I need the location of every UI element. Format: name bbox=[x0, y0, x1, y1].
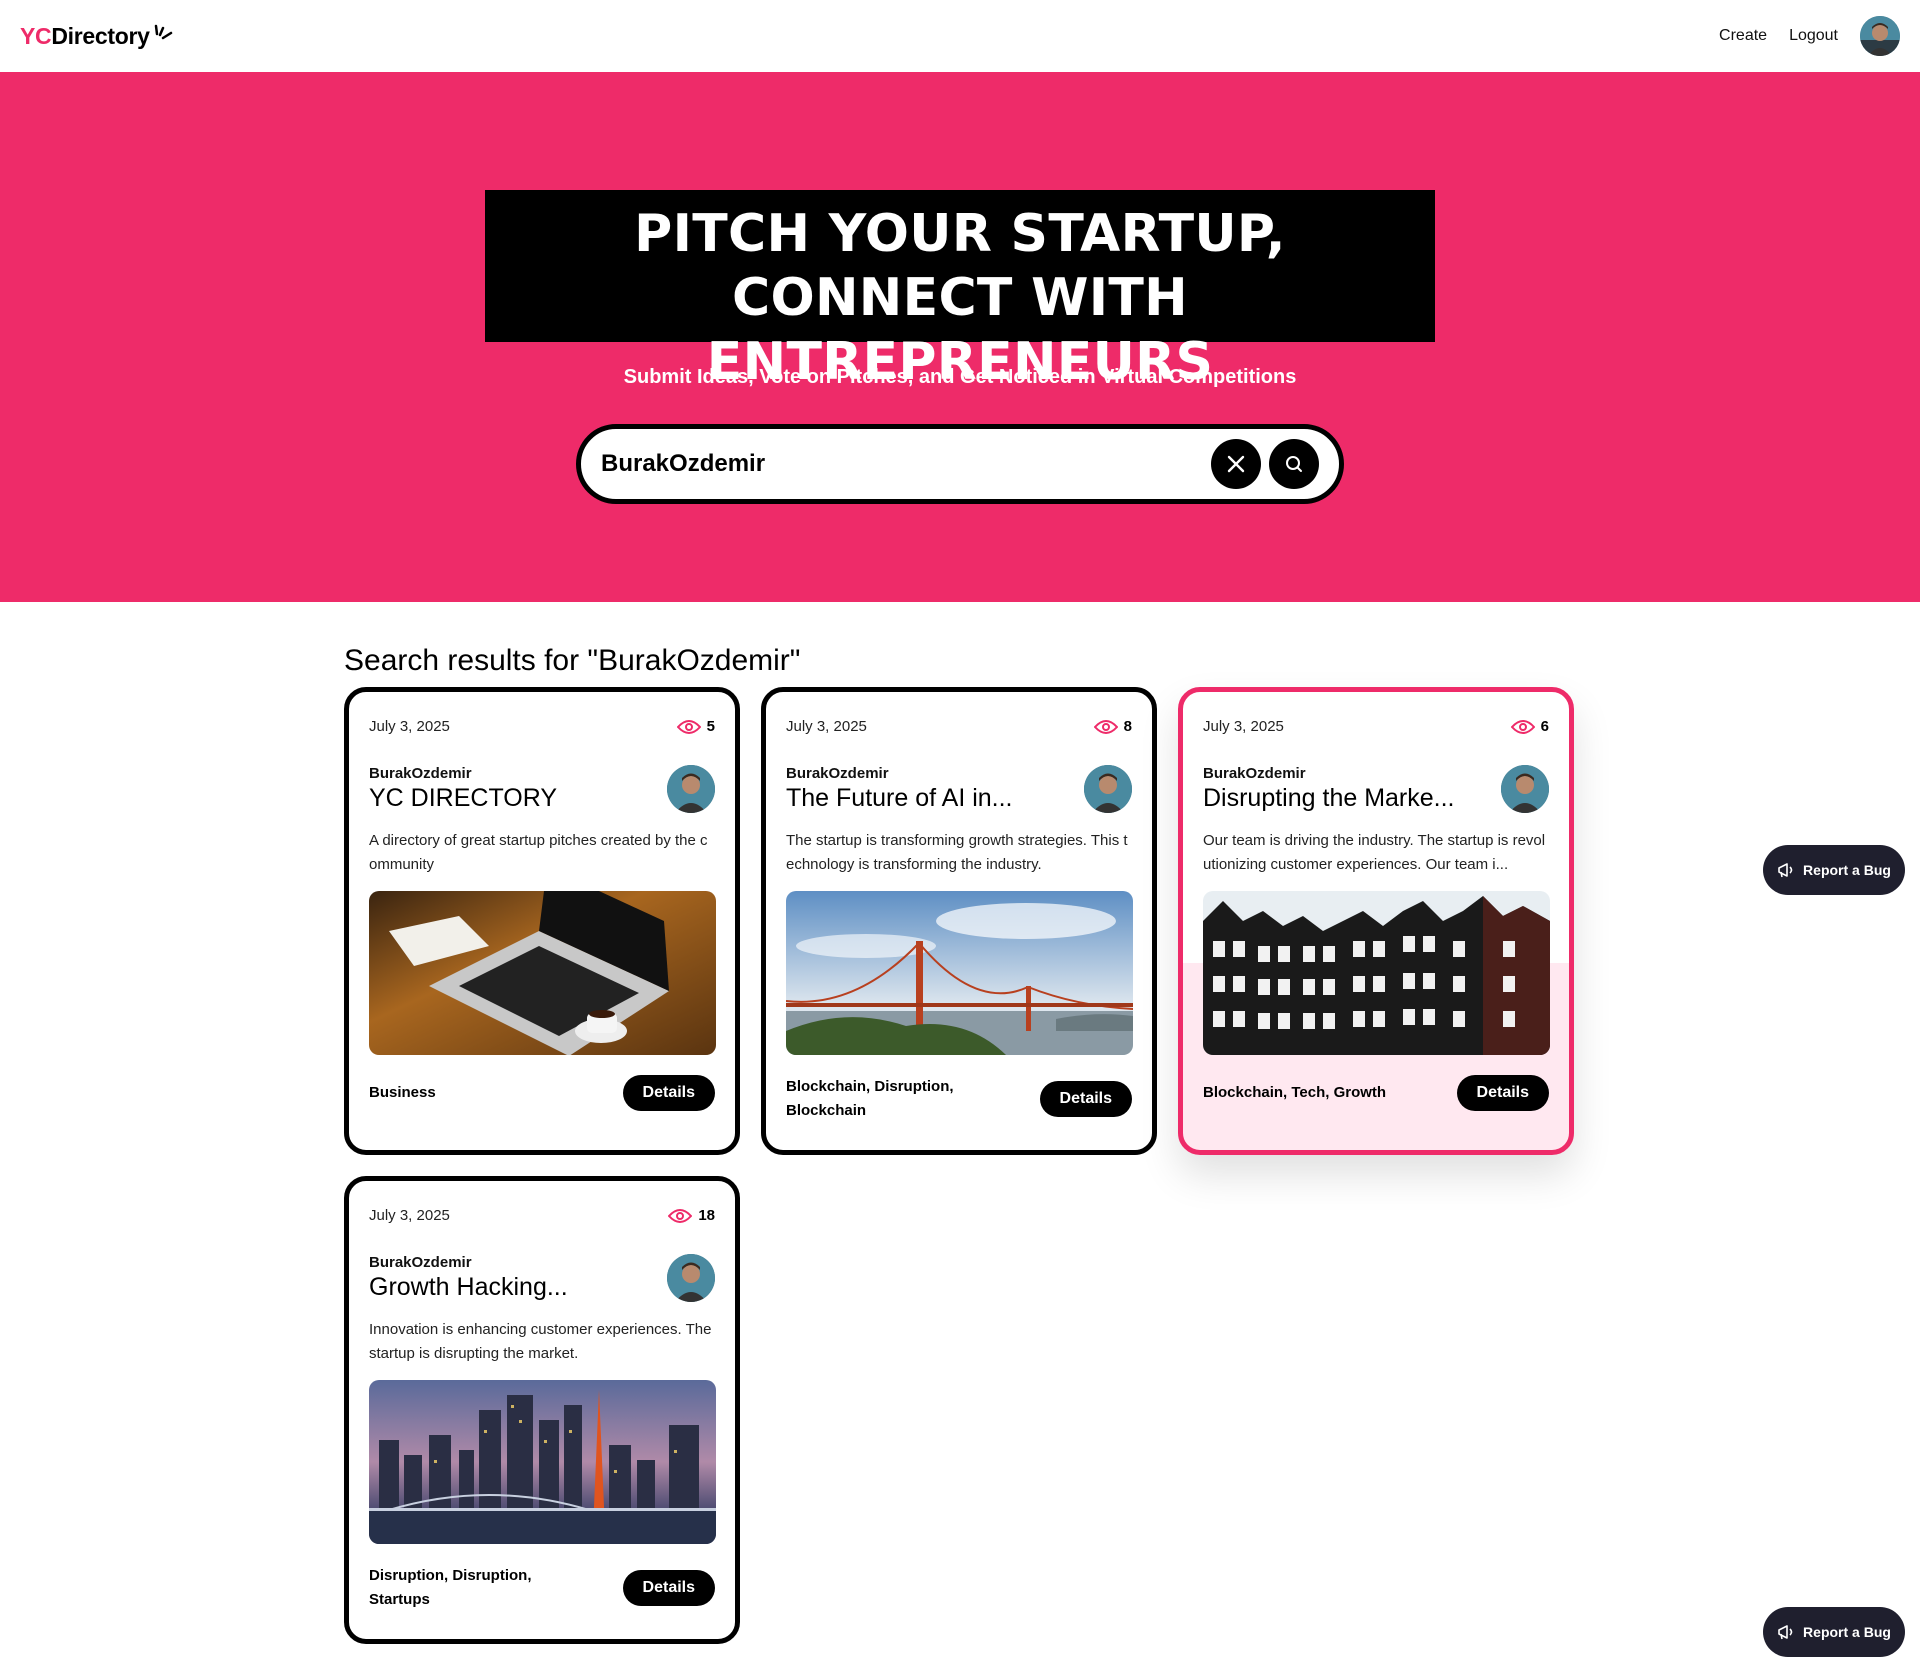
nav-actions: Create Logout bbox=[1719, 16, 1900, 56]
logo[interactable]: YC Directory bbox=[20, 23, 174, 50]
details-button[interactable]: Details bbox=[1039, 1081, 1132, 1117]
card-date: July 3, 2025 bbox=[786, 718, 867, 735]
views-count: 8 bbox=[1123, 718, 1132, 735]
eye-icon bbox=[1510, 719, 1535, 734]
search-input[interactable] bbox=[601, 450, 1203, 478]
user-avatar[interactable] bbox=[1860, 16, 1900, 56]
author-avatar-image bbox=[1084, 765, 1132, 813]
card-title[interactable]: The Future of AI in... bbox=[786, 784, 1013, 813]
hero-subtitle: Submit Ideas, Vote on Pitches, and Get N… bbox=[623, 366, 1297, 388]
eye-icon bbox=[1093, 719, 1118, 734]
report-bug-label: Report a Bug bbox=[1803, 862, 1891, 878]
hero-title: PITCH YOUR STARTUP, CONNECT WITH ENTREPR… bbox=[485, 190, 1435, 392]
card-author[interactable]: BurakOzdemir bbox=[369, 1254, 568, 1271]
search-icon bbox=[1286, 456, 1302, 472]
clear-search-button[interactable] bbox=[1211, 439, 1261, 489]
card-image-bridge[interactable] bbox=[786, 891, 1133, 1055]
author-avatar[interactable] bbox=[1084, 765, 1132, 813]
top-navbar: YC Directory Create Logout bbox=[0, 0, 1920, 72]
card-author[interactable]: BurakOzdemir bbox=[369, 765, 557, 782]
report-bug-button[interactable]: Report a Bug bbox=[1763, 845, 1905, 895]
card-date: July 3, 2025 bbox=[369, 718, 450, 735]
details-button[interactable]: Details bbox=[622, 1075, 715, 1111]
views-count: 5 bbox=[706, 718, 715, 735]
laptop-image bbox=[369, 891, 716, 1055]
card-category[interactable]: Disruption, Disruption, Startups bbox=[369, 1564, 589, 1612]
startup-card[interactable]: July 3, 2025 18 BurakOzdemir Growth Hack… bbox=[344, 1176, 740, 1644]
card-category[interactable]: Business bbox=[369, 1081, 436, 1105]
eye-icon bbox=[676, 719, 701, 734]
hero-section: PITCH YOUR STARTUP, CONNECT WITH ENTREPR… bbox=[0, 72, 1920, 602]
user-avatar-image bbox=[1860, 16, 1900, 56]
logo-yc: YC bbox=[20, 22, 52, 49]
card-image-city[interactable] bbox=[369, 1380, 716, 1544]
megaphone-icon bbox=[1778, 863, 1793, 878]
author-avatar-image bbox=[667, 1254, 715, 1302]
card-description: A directory of great startup pitches cre… bbox=[369, 832, 708, 873]
card-date: July 3, 2025 bbox=[369, 1207, 450, 1224]
card-views: 5 bbox=[676, 718, 715, 735]
eye-icon bbox=[668, 1208, 693, 1223]
hero-title-line1: PITCH YOUR STARTUP, bbox=[634, 204, 1286, 264]
create-link[interactable]: Create bbox=[1719, 27, 1767, 45]
card-title[interactable]: YC DIRECTORY bbox=[369, 784, 557, 813]
city-image bbox=[369, 1380, 716, 1544]
card-description: Our team is driving the industry. The st… bbox=[1203, 832, 1546, 873]
card-image-houses[interactable] bbox=[1203, 891, 1550, 1055]
card-image-laptop[interactable] bbox=[369, 891, 716, 1055]
card-views: 6 bbox=[1510, 718, 1549, 735]
details-button[interactable]: Details bbox=[622, 1570, 715, 1606]
card-description: Innovation is enhancing customer experie… bbox=[369, 1321, 712, 1362]
report-bug-button[interactable]: Report a Bug bbox=[1763, 1607, 1905, 1657]
author-avatar[interactable] bbox=[1501, 765, 1549, 813]
search-button[interactable] bbox=[1269, 439, 1319, 489]
author-avatar[interactable] bbox=[667, 765, 715, 813]
close-icon bbox=[1227, 455, 1245, 473]
card-author[interactable]: BurakOzdemir bbox=[786, 765, 1013, 782]
card-views: 8 bbox=[1093, 718, 1132, 735]
startup-card[interactable]: July 3, 2025 5 BurakOzdemir YC DIRECTORY… bbox=[344, 687, 740, 1155]
megaphone-icon bbox=[1778, 1625, 1793, 1640]
card-author[interactable]: BurakOzdemir bbox=[1203, 765, 1455, 782]
houses-image bbox=[1203, 891, 1550, 1055]
card-views: 18 bbox=[668, 1207, 715, 1224]
views-count: 6 bbox=[1540, 718, 1549, 735]
author-avatar[interactable] bbox=[667, 1254, 715, 1302]
card-title[interactable]: Growth Hacking... bbox=[369, 1273, 568, 1302]
search-form bbox=[576, 424, 1344, 504]
card-description: The startup is transforming growth strat… bbox=[786, 832, 1128, 873]
views-count: 18 bbox=[698, 1207, 715, 1224]
startup-card[interactable]: July 3, 2025 6 BurakOzdemir Disrupting t… bbox=[1178, 687, 1574, 1155]
logo-sparkle-icon bbox=[154, 24, 172, 39]
card-category[interactable]: Blockchain, Disruption, Blockchain bbox=[786, 1075, 1006, 1123]
card-title[interactable]: Disrupting the Marke... bbox=[1203, 784, 1455, 813]
logo-directory: Directory bbox=[51, 22, 150, 49]
bridge-image bbox=[786, 891, 1133, 1055]
report-bug-label: Report a Bug bbox=[1803, 1624, 1891, 1640]
startup-card[interactable]: July 3, 2025 8 BurakOzdemir The Future o… bbox=[761, 687, 1157, 1155]
card-date: July 3, 2025 bbox=[1203, 718, 1284, 735]
author-avatar-image bbox=[667, 765, 715, 813]
card-category[interactable]: Blockchain, Tech, Growth bbox=[1203, 1081, 1386, 1105]
details-button[interactable]: Details bbox=[1456, 1075, 1549, 1111]
author-avatar-image bbox=[1501, 765, 1549, 813]
logout-link[interactable]: Logout bbox=[1789, 27, 1838, 45]
results-title: Search results for "BurakOzdemir" bbox=[344, 644, 801, 677]
